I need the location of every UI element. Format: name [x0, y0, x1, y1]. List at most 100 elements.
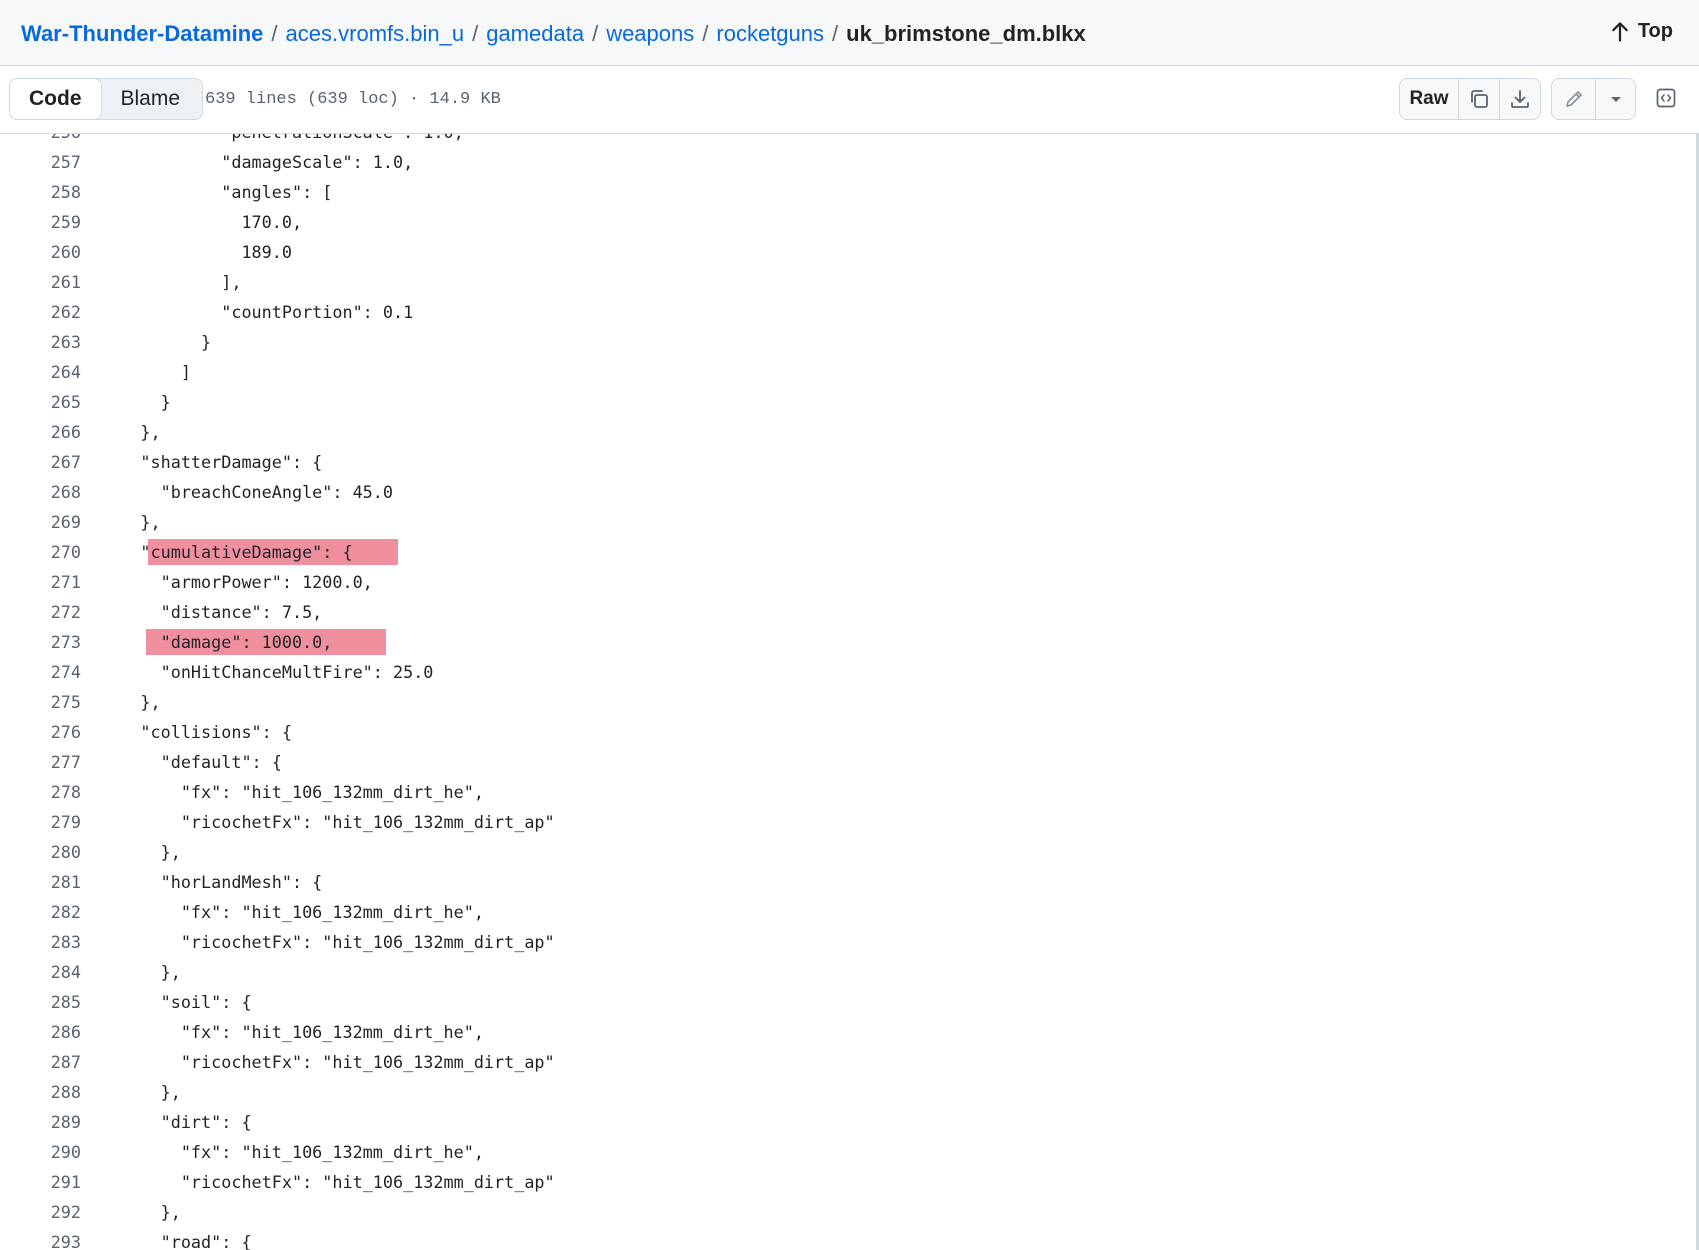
code-text: },	[100, 512, 161, 532]
code-line: 266 },	[0, 417, 1699, 447]
arrow-up-icon	[1612, 21, 1628, 42]
line-number[interactable]: 286	[0, 1017, 81, 1047]
code-text: "fx": "hit_106_132mm_dirt_he",	[100, 902, 484, 922]
code-text: "ricochetFx": "hit_106_132mm_dirt_ap"	[100, 1172, 555, 1192]
code-line: 276 "collisions": {	[0, 717, 1699, 747]
top-button[interactable]: Top	[1610, 20, 1673, 43]
line-number[interactable]: 270	[0, 537, 81, 567]
edit-button[interactable]	[1552, 79, 1595, 119]
code-text: },	[100, 1082, 181, 1102]
breadcrumb-separator: /	[702, 21, 709, 46]
line-number[interactable]: 279	[0, 807, 81, 837]
code-line: 269 },	[0, 507, 1699, 537]
line-number[interactable]: 274	[0, 657, 81, 687]
code-line: 289 "dirt": {	[0, 1107, 1699, 1137]
code-text: 189.0	[100, 242, 292, 262]
code-line: 284 },	[0, 957, 1699, 987]
code-line: 258 "angles": [	[0, 177, 1699, 207]
line-number[interactable]: 285	[0, 987, 81, 1017]
code-line: 264 ]	[0, 357, 1699, 387]
line-number[interactable]: 293	[0, 1227, 81, 1250]
breadcrumb-separator: /	[592, 21, 599, 46]
code-line: 259 170.0,	[0, 207, 1699, 237]
code-text: },	[100, 962, 181, 982]
line-number[interactable]: 288	[0, 1077, 81, 1107]
code-text: ],	[100, 272, 242, 292]
line-number[interactable]: 287	[0, 1047, 81, 1077]
line-number[interactable]: 260	[0, 237, 81, 267]
code-view: 256 "penetrationScale": 1.0,257 "damageS…	[0, 134, 1699, 1250]
code-text: "breachConeAngle": 45.0	[100, 482, 393, 502]
line-number[interactable]: 280	[0, 837, 81, 867]
breadcrumb-link-rocketguns[interactable]: rocketguns	[716, 21, 824, 46]
tab-blame[interactable]: Blame	[101, 79, 203, 119]
line-number[interactable]: 269	[0, 507, 81, 537]
line-number[interactable]: 264	[0, 357, 81, 387]
symbols-group	[1648, 78, 1684, 120]
code-line: 268 "breachConeAngle": 45.0	[0, 477, 1699, 507]
line-number[interactable]: 277	[0, 747, 81, 777]
code-line: 288 },	[0, 1077, 1699, 1107]
line-number[interactable]: 281	[0, 867, 81, 897]
code-line: 272 "distance": 7.5,	[0, 597, 1699, 627]
line-number[interactable]: 283	[0, 927, 81, 957]
line-number[interactable]: 265	[0, 387, 81, 417]
code-text: }	[100, 332, 212, 352]
download-button[interactable]	[1499, 79, 1540, 119]
line-number[interactable]: 259	[0, 207, 81, 237]
line-number[interactable]: 257	[0, 147, 81, 177]
code-line: 271 "armorPower": 1200.0,	[0, 567, 1699, 597]
line-number[interactable]: 273	[0, 627, 81, 657]
code-line: 273 "damage": 1000.0,	[0, 627, 1699, 657]
code-line: 277 "default": {	[0, 747, 1699, 777]
line-number[interactable]: 290	[0, 1137, 81, 1167]
code-text: "fx": "hit_106_132mm_dirt_he",	[100, 1142, 484, 1162]
code-line: 279 "ricochetFx": "hit_106_132mm_dirt_ap…	[0, 807, 1699, 837]
line-number[interactable]: 282	[0, 897, 81, 927]
line-number[interactable]: 276	[0, 717, 81, 747]
raw-button[interactable]: Raw	[1400, 79, 1458, 119]
code-text: "ricochetFx": "hit_106_132mm_dirt_ap"	[100, 932, 555, 952]
edit-dropdown-button[interactable]	[1595, 79, 1635, 119]
copy-raw-button[interactable]	[1458, 79, 1499, 119]
line-number[interactable]: 278	[0, 777, 81, 807]
line-number[interactable]: 266	[0, 417, 81, 447]
chevron-down-icon	[1610, 97, 1621, 102]
line-number[interactable]: 271	[0, 567, 81, 597]
edit-actions-group	[1551, 78, 1636, 120]
line-number[interactable]: 256	[0, 134, 81, 147]
code-line: 274 "onHitChanceMultFire": 25.0	[0, 657, 1699, 687]
file-header: War-Thunder-Datamine / aces.vromfs.bin_u / g…	[0, 0, 1699, 66]
line-number[interactable]: 275	[0, 687, 81, 717]
line-number[interactable]: 262	[0, 297, 81, 327]
line-number[interactable]: 292	[0, 1197, 81, 1227]
tab-code[interactable]: Code	[9, 78, 102, 120]
code-text: "fx": "hit_106_132mm_dirt_he",	[100, 782, 484, 802]
breadcrumb-link-gamedata[interactable]: gamedata	[486, 21, 584, 46]
line-number[interactable]: 263	[0, 327, 81, 357]
breadcrumb-link-weapons[interactable]: weapons	[606, 21, 694, 46]
code-text: "ricochetFx": "hit_106_132mm_dirt_ap"	[100, 812, 555, 832]
code-text: "distance": 7.5,	[100, 602, 323, 622]
line-number[interactable]: 261	[0, 267, 81, 297]
code-line: 278 "fx": "hit_106_132mm_dirt_he",	[0, 777, 1699, 807]
code-line: 286 "fx": "hit_106_132mm_dirt_he",	[0, 1017, 1699, 1047]
code-line: 281 "horLandMesh": {	[0, 867, 1699, 897]
line-number[interactable]: 289	[0, 1107, 81, 1137]
symbols-panel-button[interactable]	[1648, 78, 1684, 118]
line-number[interactable]: 284	[0, 957, 81, 987]
code-line: 267 "shatterDamage": {	[0, 447, 1699, 477]
breadcrumb: War-Thunder-Datamine / aces.vromfs.bin_u / g…	[21, 20, 1086, 48]
file-toolbar: Code Blame 639 lines (639 loc) · 14.9 KB…	[0, 66, 1699, 134]
breadcrumb-repo-link[interactable]: War-Thunder-Datamine	[21, 21, 263, 46]
line-number[interactable]: 268	[0, 477, 81, 507]
breadcrumb-link-aces[interactable]: aces.vromfs.bin_u	[286, 21, 465, 46]
line-number[interactable]: 258	[0, 177, 81, 207]
line-number[interactable]: 272	[0, 597, 81, 627]
line-number[interactable]: 267	[0, 447, 81, 477]
code-line: 293 "road": {	[0, 1227, 1699, 1250]
code-text: },	[100, 692, 161, 712]
code-square-icon	[1656, 88, 1676, 108]
code-text: "onHitChanceMultFire": 25.0	[100, 662, 434, 682]
line-number[interactable]: 291	[0, 1167, 81, 1197]
